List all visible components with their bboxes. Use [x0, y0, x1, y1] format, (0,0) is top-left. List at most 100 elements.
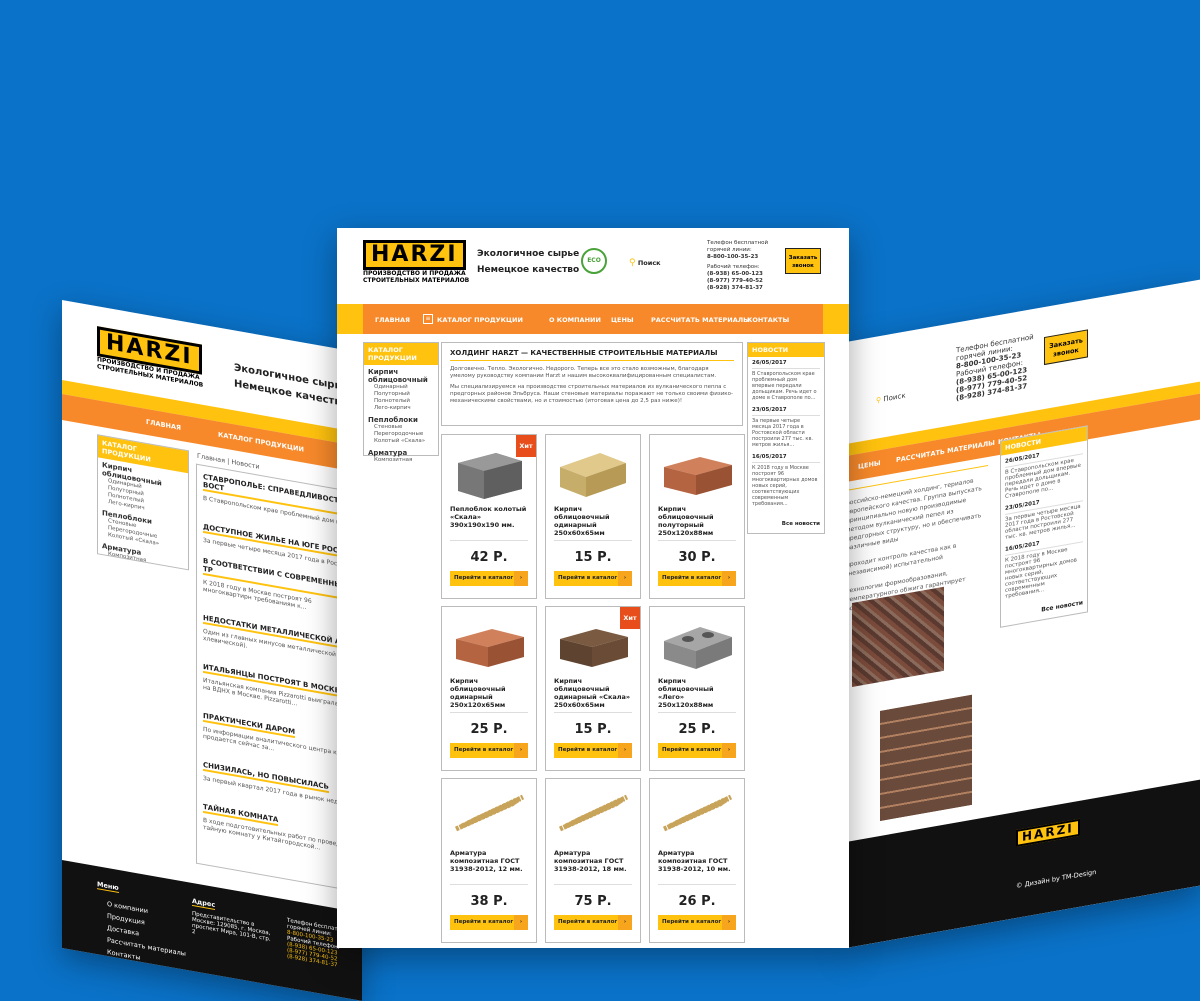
product-card[interactable]: Арматура композитная ГОСТ 31938-2012, 18…	[545, 778, 641, 943]
eco-slogan: Экологичное сырье Немецкое качество	[234, 360, 348, 412]
product-card[interactable]: Кирпич облицовочный одинарный 250х60х65м…	[545, 434, 641, 599]
logo-tagline: ПРОИЗВОДСТВО И ПРОДАЖА	[363, 270, 466, 277]
catalog-item[interactable]: Лего-кирпич	[368, 405, 434, 412]
work-label: Рабочий телефон:	[707, 264, 760, 270]
button-label: Перейти в каталог	[558, 575, 618, 581]
product-card[interactable]: Хит Пеплоблок колотый «Скала» 390х190х19…	[441, 434, 537, 599]
product-image	[660, 617, 734, 671]
catalog-item[interactable]: Стеновые	[368, 424, 434, 431]
logo[interactable]: HARZI ПРОИЗВОДСТВО И ПРОДАЖА СТРОИТЕЛЬНЫ…	[363, 240, 469, 284]
call-button-line1: Заказать	[788, 255, 818, 261]
phone2: (8-977) 779-40-52	[707, 278, 763, 284]
button-label: Перейти в каталог	[662, 919, 722, 925]
nav-catalog[interactable]: КАТАЛОГ ПРОДУКЦИИ	[218, 431, 304, 454]
news-excerpt[interactable]: К 2018 году в Москве построят 96 многокв…	[752, 465, 820, 507]
news-excerpt[interactable]: В Ставропольском крае проблемный дом впе…	[752, 371, 820, 401]
button-label: Перейти в каталог	[558, 747, 618, 753]
product-card[interactable]: Кирпич облицовочный полуторный 250х120х8…	[649, 434, 745, 599]
product-name[interactable]: Кирпич облицовочный «Лего» 250х120х88мм	[658, 677, 740, 709]
go-to-catalog-button[interactable]: Перейти в каталог ›	[450, 915, 528, 930]
go-to-catalog-button[interactable]: Перейти в каталог ›	[554, 571, 632, 586]
nav-calc[interactable]: РАССЧИТАТЬ МАТЕРИАЛЫ	[651, 316, 750, 324]
search-label: Поиск	[883, 391, 906, 404]
eco-line1: Экологичное сырье	[477, 249, 580, 259]
catalog-item[interactable]: Одинарный	[368, 384, 434, 391]
go-to-catalog-button[interactable]: Перейти в каталог ›	[658, 743, 736, 758]
product-name[interactable]: Кирпич облицовочный полуторный 250х120х8…	[658, 505, 740, 537]
divider	[554, 884, 632, 885]
eco-line2: Немецкое качество	[477, 265, 580, 275]
catalog-sidebar: КАТАЛОГ ПРОДУКЦИИ Кирпич облицовочный Оди…	[363, 342, 439, 463]
news-date: 16/05/2017	[752, 454, 787, 460]
catalog-group[interactable]: Кирпич облицовочный	[368, 368, 434, 384]
news-excerpt[interactable]: За первые четыре месяца 2017 года в Рост…	[752, 418, 820, 448]
product-name[interactable]: Арматура композитная ГОСТ 31938-2012, 10…	[658, 849, 740, 873]
product-price: 15 Р.	[574, 722, 612, 737]
go-to-catalog-button[interactable]: Перейти в каталог ›	[554, 915, 632, 930]
catalog-item[interactable]: Перегородочные	[368, 431, 434, 438]
brick-image	[664, 457, 732, 495]
nav-prices[interactable]: ЦЕНЫ	[611, 316, 634, 324]
product-name[interactable]: Кирпич облицовочный одинарный «Скала» 25…	[554, 677, 636, 709]
footer-address-title: Адрес	[192, 896, 216, 911]
product-name[interactable]: Арматура композитная ГОСТ 31938-2012, 12…	[450, 849, 532, 873]
catalog-item[interactable]: Полуторный	[368, 391, 434, 398]
call-button-line2: звонок	[792, 263, 814, 269]
product-card[interactable]: Кирпич облицовочный «Лего» 250х120х88мм …	[649, 606, 745, 771]
brick-image	[560, 453, 626, 497]
nav-home[interactable]: ГЛАВНАЯ	[375, 316, 410, 324]
catalog-group[interactable]: Арматура	[368, 449, 434, 457]
catalog-menu-icon: ≡	[423, 314, 433, 324]
hotline-label: Телефон бесплатной	[707, 240, 769, 246]
divider	[450, 712, 528, 713]
product-name[interactable]: Кирпич облицовочный одинарный 250х120х65…	[450, 677, 532, 709]
go-to-catalog-button[interactable]: Перейти в каталог ›	[554, 743, 632, 758]
product-name[interactable]: Кирпич облицовочный одинарный 250х60х65м…	[554, 505, 636, 537]
go-to-catalog-button[interactable]: Перейти в каталог ›	[450, 743, 528, 758]
about-paragraph2: Мы специализируемся на производстве стро…	[450, 384, 733, 404]
catalog-list: Кирпич облицовочный Одинарный Полуторный По…	[364, 365, 438, 467]
product-card[interactable]: Хит Кирпич облицовочный одинарный «Скала…	[545, 606, 641, 771]
catalog-item[interactable]: Колотый «Скала»	[368, 438, 434, 445]
nav-catalog[interactable]: КАТАЛОГ ПРОДУКЦИИ	[437, 316, 523, 324]
catalog-item[interactable]: Композитная	[368, 457, 434, 464]
catalog-item[interactable]: Полнотелый	[368, 398, 434, 405]
search-icon: ⚲	[629, 258, 636, 268]
chevron-right-icon: ›	[514, 571, 528, 586]
product-card[interactable]: Кирпич облицовочный одинарный 250х120х65…	[441, 606, 537, 771]
about-box: ХОЛДИНГ HARZT — КАЧЕСТВЕННЫЕ СТРОИТЕЛЬНЫ…	[441, 342, 743, 426]
go-to-catalog-button[interactable]: Перейти в каталог ›	[658, 915, 736, 930]
block-image	[458, 453, 522, 499]
divider	[752, 462, 820, 463]
about-paragraph1: Долговечно. Тепло. Экологично. Недорого.…	[450, 366, 717, 379]
nav-about[interactable]: О КОМПАНИИ	[549, 316, 601, 324]
product-price: 30 Р.	[678, 550, 716, 565]
nav-contacts[interactable]: КОНТАКТЫ	[747, 316, 789, 324]
news-list: 26/05/2017 В Ставропольском крае проблем…	[1001, 441, 1087, 611]
search[interactable]: ⚲ Поиск	[876, 391, 906, 404]
product-card[interactable]: Арматура композитная ГОСТ 31938-2012, 10…	[649, 778, 745, 943]
header-phones: Телефон бесплатной горячей линии: 8-800-…	[956, 333, 1034, 403]
call-button[interactable]: Заказать звонок	[1044, 329, 1088, 366]
search-icon: ⚲	[876, 395, 882, 405]
search[interactable]: ⚲ Поиск	[629, 258, 661, 268]
footer-logo[interactable]: HARZI	[1016, 818, 1080, 848]
call-button[interactable]: Заказать звонок	[785, 248, 821, 274]
go-to-catalog-button[interactable]: Перейти в каталог ›	[658, 571, 736, 586]
button-label: Перейти в каталог	[454, 747, 514, 753]
product-name[interactable]: Пеплоблок колотый «Скала» 390х190х190 мм…	[450, 505, 532, 529]
nav-home[interactable]: ГЛАВНАЯ	[146, 418, 181, 432]
product-name[interactable]: Арматура композитная ГОСТ 31938-2012, 18…	[554, 849, 636, 873]
divider	[658, 712, 736, 713]
news-title: НОВОСТИ	[748, 343, 824, 357]
catalog-group[interactable]: Пеплоблоки	[368, 416, 434, 424]
phone3: (8-928) 374-81-37	[707, 285, 763, 291]
product-card[interactable]: Арматура композитная ГОСТ 31938-2012, 12…	[441, 778, 537, 943]
go-to-catalog-button[interactable]: Перейти в каталог ›	[450, 571, 528, 586]
all-news-link[interactable]: Все новости	[782, 521, 820, 527]
product-image	[452, 617, 526, 671]
divider	[554, 712, 632, 713]
nav-prices[interactable]: ЦЕНЫ	[858, 459, 881, 471]
product-image	[556, 789, 630, 843]
logo[interactable]: HARZI ПРОИЗВОДСТВО И ПРОДАЖА СТРОИТЕЛЬНЫ…	[97, 326, 203, 389]
